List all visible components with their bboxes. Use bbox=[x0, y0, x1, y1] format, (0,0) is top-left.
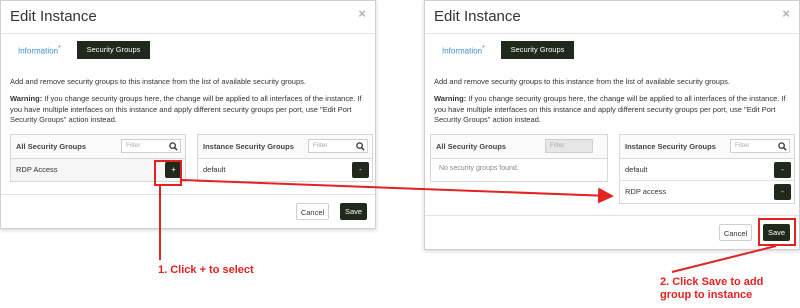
step2-line2: group to instance bbox=[660, 289, 753, 301]
step2-line1: 2. Click Save to add bbox=[660, 276, 764, 288]
annotation-arrows bbox=[159, 179, 777, 273]
step2-annotation: 2. Click Save to add group to instance bbox=[660, 276, 763, 302]
step1-annotation: 1. Click + to select bbox=[158, 264, 254, 276]
arrow-to-right-dialog bbox=[181, 179, 614, 204]
step2-connector bbox=[671, 245, 777, 273]
